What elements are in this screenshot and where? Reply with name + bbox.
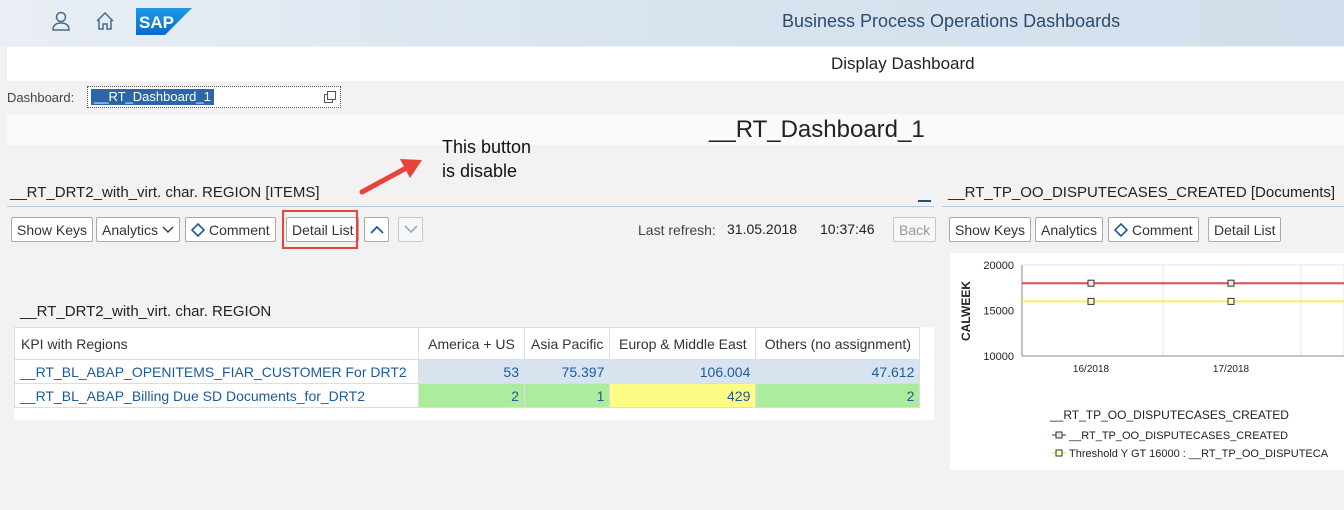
table-cell[interactable]: 2 [755, 383, 921, 408]
table-cell[interactable]: 53 [418, 359, 525, 384]
minimize-icon[interactable] [918, 190, 931, 202]
data-point [1087, 279, 1095, 287]
plot-area [1021, 264, 1344, 357]
scroll-gutter [919, 327, 934, 360]
table-padding-row [14, 407, 934, 420]
kpi-link[interactable]: __RT_BL_ABAP_OPENITEMS_FIAR_CUSTOMER For… [14, 359, 419, 384]
scroll-down-button[interactable] [398, 217, 423, 242]
right-comment-label: Comment [1132, 221, 1193, 238]
chevron-down-icon [162, 226, 174, 233]
sap-logo[interactable]: SAP [136, 8, 192, 35]
column-header[interactable]: America + US [418, 327, 525, 360]
data-point [1227, 279, 1235, 287]
diamond-icon [191, 222, 205, 237]
annotation-line-2: is disable [442, 161, 518, 181]
value-help-icon[interactable] [324, 91, 336, 103]
data-point [1227, 297, 1235, 305]
legend-swatch [1055, 431, 1063, 439]
left-comment-button[interactable]: Comment [185, 217, 276, 242]
right-analytics-button[interactable]: Analytics [1035, 217, 1104, 242]
legend-entry: Threshold Y GT 16000 : __RT_TP_OO_DISPUT… [1069, 448, 1329, 460]
annotation-line-1: This button [442, 137, 532, 157]
column-header[interactable]: Others (no assignment) [755, 327, 921, 360]
table-cell[interactable]: 429 [609, 383, 757, 408]
left-panel-divider [7, 206, 934, 207]
chevron-down-icon [403, 225, 418, 234]
dashboard-input[interactable]: __RT_Dashboard_1 [87, 86, 341, 108]
detail-list-highlight [282, 210, 358, 249]
right-panel-title: __RT_TP_OO_DISPUTECASES_CREATED [Documen… [948, 184, 1336, 201]
home-icon[interactable] [94, 10, 116, 32]
y-tick-label: 20000 [983, 260, 1014, 272]
left-comment-label: Comment [209, 221, 270, 238]
table-cell[interactable]: 1 [523, 383, 611, 408]
left-analytics-button[interactable]: Analytics [96, 217, 181, 242]
legend-entry: __RT_TP_OO_DISPUTECASES_CREATED [1068, 430, 1288, 442]
scroll-gutter [920, 360, 934, 384]
dashboard-input-value[interactable]: __RT_Dashboard_1 [91, 89, 214, 105]
last-refresh-date: 31.05.2018 [727, 221, 798, 237]
shell-title: Business Process Operations Dashboards [782, 11, 1121, 31]
legend-swatch [1055, 449, 1063, 457]
shell-bar: SAP Business Process Operations Dashboar… [0, 0, 1344, 46]
x-tick-label: 16/2018 [1073, 364, 1110, 375]
column-header[interactable]: KPI with Regions [14, 327, 419, 360]
back-button[interactable]: Back [893, 217, 937, 242]
scroll-up-button[interactable] [364, 217, 389, 242]
x-tick-label: 17/2018 [1213, 364, 1250, 375]
right-show-keys-button[interactable]: Show Keys [949, 217, 1032, 242]
right-comment-button[interactable]: Comment [1108, 217, 1199, 242]
table-cell[interactable]: 106.004 [609, 359, 757, 384]
left-show-keys-button[interactable]: Show Keys [11, 217, 94, 242]
data-point [1087, 297, 1095, 305]
table-title: __RT_DRT2_with_virt. char. REGION [20, 303, 272, 320]
left-panel-title: __RT_DRT2_with_virt. char. REGION [ITEMS… [10, 184, 320, 201]
dashboard-heading-bar: __RT_Dashboard_1 [7, 114, 1344, 145]
table-cell[interactable]: 47.612 [755, 359, 921, 384]
scroll-gutter [920, 384, 934, 408]
kpi-table: KPI with Regions America + US Asia Pacif… [14, 327, 934, 420]
dashboard-label: Dashboard: [7, 90, 75, 105]
diamond-icon [1114, 222, 1128, 237]
dispute-cases-chart: 20000 15000 10000 CALWEEK 16/2018 17/2018 __RT… [950, 253, 1344, 470]
table-header-row: KPI with Regions America + US Asia Pacif… [14, 327, 934, 360]
y-axis-label: CALWEEK [959, 281, 973, 341]
right-panel-divider [942, 206, 1344, 207]
left-analytics-label: Analytics [102, 221, 159, 238]
legend-title: __RT_TP_OO_DISPUTECASES_CREATED [1049, 408, 1289, 422]
last-refresh-label: Last refresh: [638, 222, 716, 238]
y-tick-label: 10000 [983, 351, 1014, 363]
user-icon[interactable] [50, 10, 72, 32]
sap-logo-text: SAP [139, 13, 174, 32]
table-cell[interactable]: 2 [418, 383, 525, 408]
table-cell[interactable]: 75.397 [523, 359, 611, 384]
dashboard-heading: __RT_Dashboard_1 [709, 116, 925, 143]
chevron-up-icon [369, 225, 384, 234]
page-title: Display Dashboard [831, 54, 975, 73]
table-row: __RT_BL_ABAP_Billing Due SD Documents_fo… [14, 383, 934, 408]
column-header[interactable]: Asia Pacific [523, 327, 611, 360]
y-tick-label: 15000 [983, 306, 1014, 318]
last-refresh-time: 10:37:46 [820, 221, 875, 237]
page-title-bar: Display Dashboard [7, 47, 1344, 81]
column-header[interactable]: Europ & Middle East [609, 327, 757, 360]
annotation-note: This button is disable [442, 135, 531, 183]
chart-svg: 20000 15000 10000 CALWEEK 16/2018 17/2018 __RT… [959, 260, 1344, 460]
kpi-link[interactable]: __RT_BL_ABAP_Billing Due SD Documents_fo… [14, 383, 419, 408]
table-row: __RT_BL_ABAP_OPENITEMS_FIAR_CUSTOMER For… [14, 359, 934, 384]
right-detail-list-button[interactable]: Detail List [1208, 217, 1282, 242]
annotation-arrow-icon [359, 159, 422, 195]
